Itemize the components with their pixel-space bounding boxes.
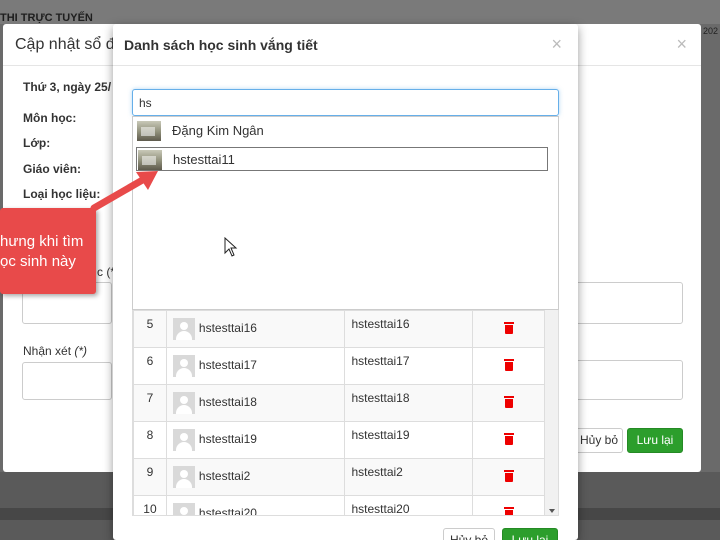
student-username: hstesttai17 [344,347,474,385]
delete-trash-icon[interactable] [503,395,514,408]
row-index: 8 [133,421,167,459]
update-save-button[interactable]: Lưu lại [627,428,683,453]
suggestion-name: Đặng Kim Ngân [172,123,264,138]
absent-modal-title: Danh sách học sinh vắng tiết [124,37,318,53]
comment-textarea-left[interactable] [22,362,112,400]
student-search-input[interactable] [132,89,559,116]
delete-trash-icon[interactable] [503,358,514,371]
row-index: 10 [133,495,167,515]
student-photo-icon [138,150,162,170]
avatar-icon [172,429,195,451]
student-name-cell: hstesttai18 [165,384,346,422]
student-username: hstesttai2 [344,458,474,496]
avatar-icon [172,355,195,377]
absent-save-button[interactable]: Lưu lại [502,528,558,540]
avatar-icon [172,392,195,414]
student-name-cell: hstesttai20 [165,495,346,516]
action-cell [472,421,545,459]
student-name-cell: hstesttai16 [165,310,346,348]
delete-trash-icon[interactable] [503,432,514,445]
suggestion-item[interactable]: Đặng Kim Ngân [136,119,548,143]
suggestion-name: hstesttai11 [173,152,235,167]
student-name: hstesttai20 [198,506,257,516]
suggestion-item-active[interactable]: hstesttai11 [136,147,548,171]
student-name: hstesttai16 [198,321,257,336]
action-cell [472,458,545,496]
avatar-icon [172,466,195,488]
annotation-line-1: hưng khi tìm [0,233,84,250]
row-index: 7 [133,384,167,422]
student-name: hstesttai2 [198,469,251,484]
action-cell [472,310,545,348]
table-row: 10 hstesttai20 hstesttai20 [133,495,545,516]
avatar-icon [172,318,195,340]
search-suggestion-dropdown: Đặng Kim Ngân hstesttai11 [132,116,559,310]
student-username: hstesttai20 [344,495,474,515]
delete-trash-icon[interactable] [503,469,514,482]
action-cell [472,347,545,385]
background-page-title: THI TRỰC TUYẾN [0,12,93,24]
class-label: Lớp: [23,136,51,150]
table-row: 9 hstesttai2 hstesttai2 [133,458,545,496]
student-name-cell: hstesttai2 [165,458,346,496]
student-photo-icon [137,121,161,141]
close-icon[interactable]: × [551,34,562,55]
action-cell [472,384,545,422]
background-topbar [0,0,720,24]
close-icon[interactable]: × [676,34,687,55]
table-row: 5 hstesttai16 hstesttai16 [133,310,545,348]
content-textarea-right[interactable] [575,282,683,324]
student-username: hstesttai16 [344,310,474,348]
row-index: 6 [133,347,167,385]
update-cancel-button[interactable]: Hủy bỏ [575,428,623,453]
delete-trash-icon[interactable] [503,321,514,334]
student-name: hstesttai19 [198,432,257,447]
annotation-callout: hưng khi tìm ọc sinh này [0,208,96,294]
table-row: 7 hstesttai18 hstesttai18 [133,384,545,422]
material-type-label: Loại học liệu: [23,187,101,201]
row-index: 5 [133,310,167,348]
student-name: hstesttai17 [198,358,257,373]
student-name-cell: hstesttai17 [165,347,346,385]
annotation-line-2: ọc sinh này [0,253,76,270]
annotation-arrow-icon [90,171,158,212]
comment-label-text: Nhận xét [23,344,72,358]
student-username: hstesttai18 [344,384,474,422]
row-index: 9 [133,458,167,496]
scroll-down-icon[interactable] [549,509,555,513]
background-year: 202 [702,26,718,36]
table-row: 8 hstesttai19 hstesttai19 [133,421,545,459]
annotation-text: hưng khi tìm ọc sinh này [0,232,83,272]
absent-students-modal: Danh sách học sinh vắng tiết × Đặng Kim … [113,24,578,540]
absent-students-table: 5 hstesttai16 hstesttai16 6 hstesttai17 hstes… [132,310,559,516]
comment-label: Nhận xét (*) [23,344,87,358]
teacher-label: Giáo viên: [23,162,82,176]
lesson-date: Thứ 3, ngày 25/ [23,80,112,94]
delete-trash-icon[interactable] [503,506,514,515]
absent-cancel-button[interactable]: Hủy bỏ [443,528,495,540]
table-row: 6 hstesttai17 hstesttai17 [133,347,545,385]
required-mark: (*) [74,344,88,358]
update-modal-title: Cập nhật sổ đầ [15,36,124,53]
student-name: hstesttai18 [198,395,257,410]
mouse-cursor-icon [224,237,238,257]
table-scrollbar[interactable] [544,310,558,515]
subject-label: Môn học: [23,111,77,125]
action-cell [472,495,545,515]
avatar-icon [172,503,195,515]
student-name-cell: hstesttai19 [165,421,346,459]
comment-textarea-right[interactable] [575,360,683,400]
absent-modal-header: Danh sách học sinh vắng tiết × [113,24,578,66]
student-username: hstesttai19 [344,421,474,459]
